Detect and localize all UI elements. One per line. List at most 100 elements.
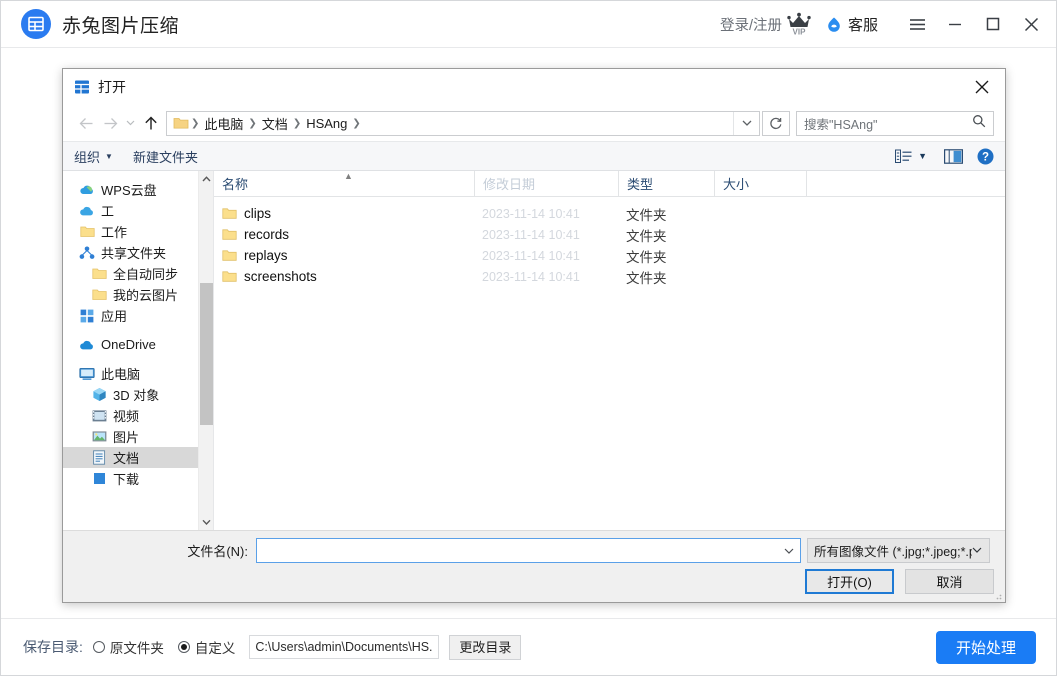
open-file-dialog: 打开 ❯ 此电脑 ❯ 文档 ❯ HSAng ❯ 搜索"HSAng" 组织 ▼ 新… [62,68,1006,603]
file-list-column-headers: 名称 ▲ 修改日期 类型 大小 [214,171,1005,197]
customer-support-button[interactable]: 客服 [826,14,878,35]
table-row[interactable]: screenshots 2023-11-14 10:41 文件夹 [214,266,1005,287]
file-type-cell: 文件夹 [626,228,667,244]
breadcrumb-item-0[interactable]: 此电脑 [200,114,247,133]
tree-item-label: 工 [101,204,115,219]
filename-dropdown-button[interactable] [778,539,800,562]
resize-grip-icon[interactable] [992,590,1002,600]
table-row[interactable]: records 2023-11-14 10:41 文件夹 [214,224,1005,245]
view-options-chevron-down-icon[interactable]: ▼ [918,151,927,161]
column-header-type[interactable]: 类型 [618,171,714,196]
tree-scrollbar[interactable] [198,171,213,530]
tree-item-label: 3D 对象 [113,388,160,403]
help-icon[interactable]: ? [977,148,994,165]
chevron-down-icon [202,519,211,525]
file-name-label: records [244,227,290,242]
menu-button[interactable] [898,1,936,48]
search-placeholder: 搜索"HSAng" [804,117,878,132]
tree-item-documents[interactable]: 文档 [63,447,213,468]
maximize-button[interactable] [974,1,1012,48]
tree-item-gong[interactable]: 工 [63,200,213,221]
support-label: 客服 [847,16,878,34]
breadcrumb-item-1[interactable]: 文档 [258,114,292,133]
recent-locations-button[interactable] [122,111,139,135]
table-row[interactable]: replays 2023-11-14 10:41 文件夹 [214,245,1005,266]
back-button[interactable] [74,111,98,135]
tree-item-downloads[interactable]: 下载 [63,468,213,489]
cancel-button[interactable]: 取消 [905,569,994,594]
svg-text:?: ? [982,151,989,163]
minimize-button[interactable] [936,1,974,48]
breadcrumb-item-2[interactable]: HSAng [302,116,351,131]
tree-item-my-cloud-pictures[interactable]: 我的云图片 [63,284,213,305]
column-header-date-label: 修改日期 [483,177,536,192]
tree-item-label: 应用 [101,309,128,324]
tree-item-onedrive[interactable]: OneDrive [63,334,213,355]
onedrive-icon [79,337,95,353]
tree-item-work[interactable]: 工作 [63,221,213,242]
filename-label: 文件名(N): [187,544,248,559]
refresh-button[interactable] [762,110,790,136]
forward-button[interactable] [98,111,122,135]
radio-original-folder[interactable]: 原文件夹 [92,637,164,657]
scroll-up-button[interactable] [199,171,213,187]
chevron-down-icon: ▼ [105,151,113,161]
tree-item-pictures[interactable]: 图片 [63,426,213,447]
change-directory-button[interactable]: 更改目录 [449,634,522,660]
view-options-icon[interactable] [895,149,912,164]
scroll-down-button[interactable] [199,514,213,530]
tree-item-label: 视频 [113,409,140,424]
tree-item-this-pc[interactable]: 此电脑 [63,363,213,384]
column-header-date[interactable]: 修改日期 [474,171,618,196]
close-button[interactable] [1012,1,1050,48]
navigation-tree-pane: WPS云盘 工 工作 共享文件夹 全自动同步 我的云图片 应用 OneDrive… [63,171,213,530]
tree-item-videos[interactable]: 视频 [63,405,213,426]
table-row[interactable]: clips 2023-11-14 10:41 文件夹 [214,203,1005,224]
breadcrumb-separator: ❯ [248,117,257,129]
dialog-titlebar: 打开 [63,69,1005,105]
open-button[interactable]: 打开(O) [805,569,894,594]
preview-pane-icon[interactable] [944,148,963,164]
close-icon [975,80,989,94]
new-folder-button[interactable]: 新建文件夹 [133,147,198,166]
hamburger-menu-icon [909,18,925,30]
app-window: 赤兔图片压缩 登录/注册 VIP 客服 保存目录: 原文件夹 自定义 C:\Us… [0,0,1057,676]
tree-item-apps[interactable]: 应用 [63,305,213,326]
radio-custom-folder[interactable]: 自定义 [177,637,235,657]
filename-row: 文件名(N): 所有图像文件 (*.jpg;*.jpeg;*.p [63,538,1005,563]
up-one-level-button[interactable] [139,111,163,135]
breadcrumb-dropdown-button[interactable] [733,111,759,135]
organize-button[interactable]: 组织 ▼ [74,147,113,166]
vip-crown-icon[interactable]: VIP [786,12,812,36]
start-processing-button[interactable]: 开始处理 [936,630,1036,664]
tree-item-auto-sync[interactable]: 全自动同步 [63,263,213,284]
tree-item-shared-folder[interactable]: 共享文件夹 [63,242,213,263]
pictures-icon [91,429,107,445]
column-header-size[interactable]: 大小 [714,171,806,196]
search-input[interactable]: 搜索"HSAng" [796,110,994,136]
chevron-down-icon [126,120,135,126]
tree-item-label: OneDrive [101,337,156,352]
command-bar-right-controls: ▼ ? [895,148,994,165]
tree-group-divider [63,326,213,334]
login-register-link[interactable]: 登录/注册 [720,14,782,35]
save-path-field[interactable]: C:\Users\admin\Documents\HS. [249,635,440,659]
folder-icon [91,266,107,282]
breadcrumb[interactable]: ❯ 此电脑 ❯ 文档 ❯ HSAng ❯ [166,110,760,136]
scrollbar-thumb[interactable] [200,283,213,425]
dialog-close-button[interactable] [959,70,1005,104]
filename-input[interactable] [256,538,801,563]
column-header-name[interactable]: 名称 ▲ [214,171,474,196]
file-name-cell: screenshots [214,269,474,284]
sort-ascending-icon: ▲ [344,171,353,181]
dialog-navigation-bar: ❯ 此电脑 ❯ 文档 ❯ HSAng ❯ 搜索"HSAng" [63,105,1005,141]
tree-item-3d-objects[interactable]: 3D 对象 [63,384,213,405]
file-name-cell: replays [214,248,474,263]
breadcrumb-separator: ❯ [191,117,200,129]
arrow-right-icon [104,117,117,129]
filename-text-field[interactable] [257,542,778,559]
tree-item-wps-cloud[interactable]: WPS云盘 [63,179,213,200]
column-header-size-label: 大小 [723,177,750,192]
dialog-footer: 文件名(N): 所有图像文件 (*.jpg;*.jpeg;*.p 打开(O) 取… [63,530,1005,602]
file-type-filter-dropdown[interactable]: 所有图像文件 (*.jpg;*.jpeg;*.p [807,538,990,563]
